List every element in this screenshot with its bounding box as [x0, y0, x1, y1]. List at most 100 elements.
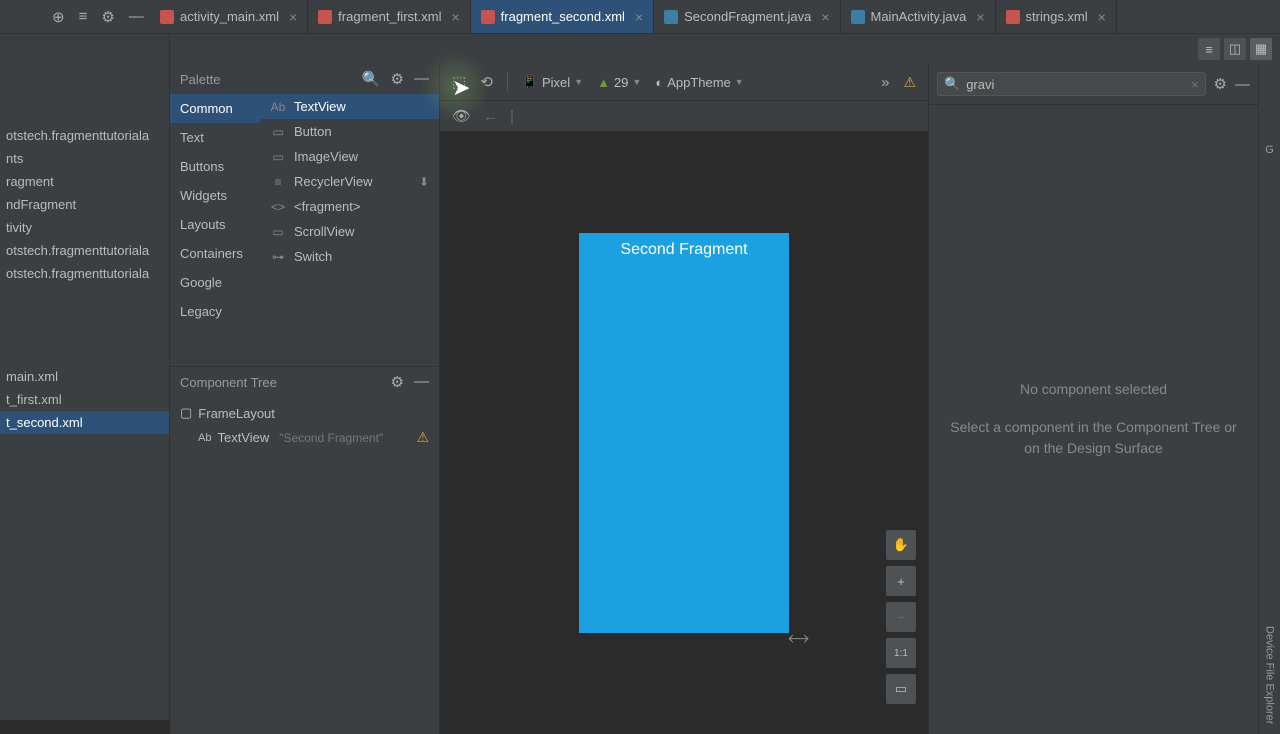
scrollview-icon: ▭ — [270, 225, 286, 239]
close-icon[interactable]: × — [289, 9, 297, 25]
attributes-empty-hint: Select a component in the Component Tree… — [949, 417, 1238, 459]
zoom-controls: ✋ + − 1:1 ▭ — [886, 530, 916, 704]
java-icon — [851, 10, 865, 24]
gear-icon[interactable]: ⚙ — [391, 70, 404, 88]
view-mode-switcher: ≡ ◫ ▦ — [170, 34, 1280, 64]
close-icon[interactable]: × — [451, 9, 459, 25]
split-view-button[interactable]: ◫ — [1224, 38, 1246, 60]
gear-icon[interactable]: ⚙ — [101, 8, 114, 26]
device-selector[interactable]: 📱 Pixel ▼ — [522, 74, 583, 90]
minimize-icon[interactable]: — — [414, 373, 429, 391]
project-item[interactable]: otstech.fragmenttutoriala — [0, 124, 169, 147]
zoom-reset-button[interactable]: 1:1 — [886, 638, 916, 668]
xml-icon — [318, 10, 332, 24]
component-tree-child[interactable]: Ab TextView "Second Fragment" ⚠ — [170, 425, 439, 450]
download-icon[interactable]: ⬇ — [419, 175, 429, 189]
project-item[interactable]: ndFragment — [0, 193, 169, 216]
palette-cat-layouts[interactable]: Layouts — [170, 210, 260, 239]
target-icon[interactable]: ⊕ — [52, 8, 65, 26]
palette-cat-google[interactable]: Google — [170, 268, 260, 297]
project-file[interactable]: t_first.xml — [0, 388, 169, 411]
project-file[interactable]: main.xml — [0, 365, 169, 388]
select-mode-icon[interactable]: ⬚ — [452, 73, 466, 91]
imageview-icon: ▭ — [270, 150, 286, 164]
zoom-fit-button[interactable]: ▭ — [886, 674, 916, 704]
minimize-icon[interactable]: — — [1235, 76, 1250, 93]
palette-item-imageview[interactable]: ▭ImageView — [260, 144, 439, 169]
palette-cat-legacy[interactable]: Legacy — [170, 297, 260, 326]
resize-handle-icon[interactable]: ⤡ — [785, 625, 813, 653]
palette-cat-common[interactable]: Common — [170, 94, 260, 123]
zoom-in-button[interactable]: + — [886, 566, 916, 596]
warning-icon[interactable]: ⚠ — [416, 429, 429, 446]
theme-selector[interactable]: ◐ AppTheme ▼ — [655, 75, 743, 90]
gradle-icon[interactable]: G — [1265, 144, 1274, 156]
chevron-down-icon: ▼ — [632, 77, 641, 87]
component-tree-root[interactable]: ▢ FrameLayout — [170, 401, 439, 425]
close-icon[interactable]: × — [821, 9, 829, 25]
search-icon[interactable]: 🔍 — [362, 70, 381, 88]
gear-icon[interactable]: ⚙ — [1214, 75, 1227, 93]
palette-cat-buttons[interactable]: Buttons — [170, 152, 260, 181]
minimize-icon[interactable]: — — [129, 8, 144, 25]
palette-item-scrollview[interactable]: ▭ScrollView — [260, 219, 439, 244]
palette-item-textview[interactable]: AbTextView — [260, 94, 439, 119]
preview-text: Second Fragment — [579, 233, 789, 259]
project-tree: otstech.fragmenttutoriala nts ragment nd… — [0, 34, 170, 720]
palette-item-switch[interactable]: ⊶Switch — [260, 244, 439, 269]
eye-icon[interactable]: 👁 — [452, 107, 471, 125]
palette-item-fragment[interactable]: <><fragment> — [260, 194, 439, 219]
orientation-icon[interactable]: ⟲ — [480, 73, 493, 91]
project-item[interactable]: ragment — [0, 170, 169, 193]
project-item[interactable]: nts — [0, 147, 169, 170]
project-item[interactable]: otstech.fragmenttutoriala — [0, 239, 169, 262]
project-item[interactable]: otstech.fragmenttutoriala — [0, 262, 169, 285]
attributes-panel: 🔍 × ⚙ — No component selected Select a c… — [928, 64, 1258, 734]
minimize-icon[interactable]: — — [414, 70, 429, 88]
tab-strings-xml[interactable]: strings.xml × — [996, 0, 1117, 33]
tab-label: activity_main.xml — [180, 9, 279, 24]
attributes-empty-title: No component selected — [1020, 381, 1167, 397]
api-selector[interactable]: ▲ 29 ▼ — [597, 75, 641, 90]
project-item[interactable]: tivity — [0, 216, 169, 239]
tab-activity-main[interactable]: activity_main.xml × — [150, 0, 308, 33]
pan-button[interactable]: ✋ — [886, 530, 916, 560]
tab-label: SecondFragment.java — [684, 9, 811, 24]
project-file[interactable]: t_second.xml — [0, 411, 169, 434]
palette-cat-containers[interactable]: Containers — [170, 239, 260, 268]
zoom-out-button[interactable]: − — [886, 602, 916, 632]
tab-label: strings.xml — [1026, 9, 1088, 24]
device-preview[interactable]: Second Fragment ⤡ — [579, 233, 789, 633]
android-icon: ▲ — [597, 75, 610, 90]
palette-cat-widgets[interactable]: Widgets — [170, 181, 260, 210]
warning-icon[interactable]: ⚠ — [903, 74, 916, 91]
forward-icon[interactable]: | — [510, 108, 514, 125]
clear-icon[interactable]: × — [1191, 77, 1199, 92]
tab-label: MainActivity.java — [871, 9, 967, 24]
code-view-button[interactable]: ≡ — [1198, 38, 1220, 60]
device-file-explorer-tab[interactable]: Device File Explorer — [1262, 616, 1278, 734]
close-icon[interactable]: × — [1098, 9, 1106, 25]
close-icon[interactable]: × — [976, 9, 984, 25]
palette-item-button[interactable]: ▭Button — [260, 119, 439, 144]
design-view-button[interactable]: ▦ — [1250, 38, 1272, 60]
tab-label: fragment_first.xml — [338, 9, 441, 24]
tab-second-fragment-java[interactable]: SecondFragment.java × — [654, 0, 840, 33]
gear-icon[interactable]: ⚙ — [391, 373, 404, 391]
design-surface: ⬚ ⟲ 📱 Pixel ▼ ▲ 29 ▼ ◐ AppT — [440, 64, 928, 734]
close-icon[interactable]: × — [635, 9, 643, 25]
palette-cat-text[interactable]: Text — [170, 123, 260, 152]
back-icon[interactable]: ← — [483, 108, 498, 125]
tab-fragment-second[interactable]: fragment_second.xml × — [471, 0, 654, 33]
component-tree-title: Component Tree — [180, 375, 277, 390]
tab-fragment-first[interactable]: fragment_first.xml × — [308, 0, 471, 33]
palette-item-recyclerview[interactable]: ≡RecyclerView⬇ — [260, 169, 439, 194]
attributes-search[interactable]: 🔍 × — [937, 72, 1206, 96]
attributes-search-input[interactable] — [966, 77, 1185, 92]
java-icon — [664, 10, 678, 24]
tab-main-activity-java[interactable]: MainActivity.java × — [841, 0, 996, 33]
more-icon[interactable]: » — [881, 74, 889, 91]
phone-icon: 📱 — [522, 74, 538, 90]
switch-icon: ⊶ — [270, 250, 286, 264]
collapse-icon[interactable]: ≡ — [79, 8, 88, 25]
